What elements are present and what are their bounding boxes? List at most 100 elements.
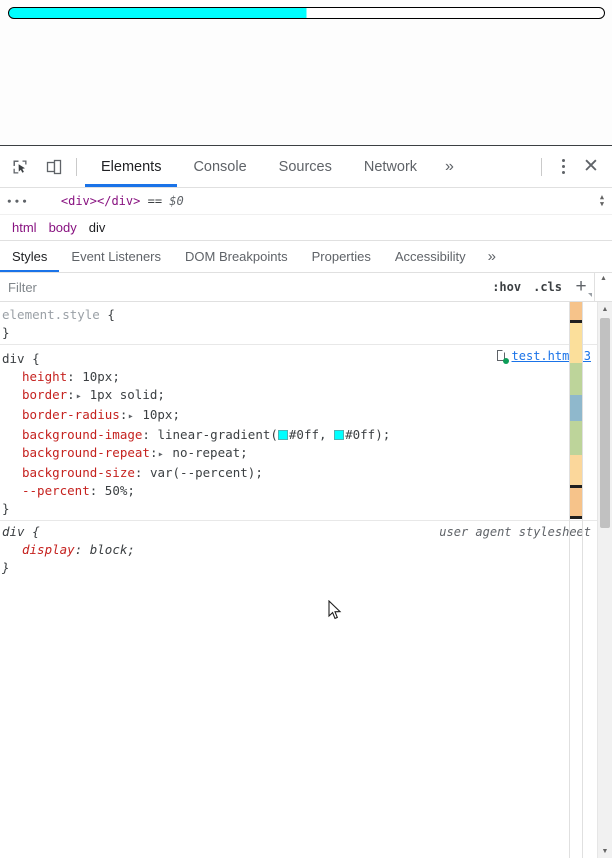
style-rule-div-user-agent: div { user agent stylesheet display: blo… xyxy=(0,521,597,579)
selector-text: div xyxy=(2,350,25,366)
css-property-name: background-repeat xyxy=(22,444,150,460)
style-rule-close-line: } xyxy=(0,324,597,342)
color-swatch[interactable] xyxy=(334,429,345,440)
device-toolbar-icon[interactable] xyxy=(40,153,68,181)
css-declaration-height[interactable]: height: 10px; xyxy=(0,368,597,386)
css-property-name: border-radius xyxy=(22,406,120,422)
minimap-band xyxy=(570,421,582,455)
tab-properties-label: Properties xyxy=(311,249,371,264)
styles-scrollbar[interactable]: ▲ ▼ xyxy=(597,302,612,858)
minimap-band xyxy=(570,395,582,421)
tab-elements[interactable]: Elements xyxy=(85,146,178,187)
tab-elements-label: Elements xyxy=(101,158,162,175)
style-rule-selector-line[interactable]: element.style { xyxy=(0,306,597,324)
breadcrumb-item-div[interactable]: div xyxy=(83,220,112,235)
color-value-1: #0ff xyxy=(288,426,320,442)
css-declaration-background-image[interactable]: background-image: linear-gradient(#0ff, … xyxy=(0,426,597,444)
dom-selected-ref: $0 xyxy=(169,194,184,208)
minimap-band xyxy=(570,302,582,320)
selector-text: div xyxy=(2,523,25,539)
progress-bar xyxy=(8,7,605,19)
css-declaration-display[interactable]: display: block; xyxy=(0,541,597,559)
css-property-value: 1px solid xyxy=(89,386,158,402)
inspect-element-icon[interactable] xyxy=(6,153,34,181)
css-declaration-percent-variable[interactable]: --percent: 50%; xyxy=(0,482,597,500)
scroll-up-icon: ▲ xyxy=(600,275,607,282)
dom-tree-selected-node[interactable]: <div></div> == $0 xyxy=(35,194,184,208)
css-declaration-background-repeat[interactable]: background-repeat:▸ no-repeat; xyxy=(0,444,597,464)
minimap-band xyxy=(570,323,582,363)
css-property-name: display xyxy=(22,541,75,557)
filter-input[interactable] xyxy=(0,272,487,302)
minimap-band xyxy=(570,516,582,519)
css-property-value: linear-gradient( xyxy=(157,426,278,442)
minimap-band xyxy=(570,455,582,485)
css-property-name: --percent xyxy=(22,482,90,498)
tab-styles[interactable]: Styles xyxy=(0,241,60,272)
tab-network[interactable]: Network xyxy=(348,146,433,187)
new-style-rule-button[interactable]: + xyxy=(568,274,594,300)
toolbar-divider xyxy=(76,157,77,176)
styles-sidebar-tabs: Styles Event Listeners DOM Breakpoints P… xyxy=(0,241,612,273)
style-rule-selector-line[interactable]: div { user agent stylesheet xyxy=(0,523,597,541)
css-property-value: 50% xyxy=(104,482,128,498)
css-property-value: 10px xyxy=(142,406,173,422)
tab-console-label: Console xyxy=(193,158,247,175)
tab-accessibility[interactable]: Accessibility xyxy=(383,241,478,272)
expand-shorthand-icon[interactable]: ▸ xyxy=(128,407,134,427)
style-rule-close-line: } xyxy=(0,559,597,577)
tab-network-label: Network xyxy=(363,158,418,175)
close-icon[interactable]: ✕ xyxy=(576,154,606,180)
expand-shorthand-icon[interactable]: ▸ xyxy=(158,445,164,465)
styles-minimap xyxy=(569,302,583,858)
color-swatch[interactable] xyxy=(277,429,288,440)
dom-close-tag: </div> xyxy=(97,194,141,208)
css-property-name: background-size xyxy=(22,464,135,480)
devtools-panel: Elements Console Sources Network » ✕ ∙∙∙… xyxy=(0,145,612,858)
toggle-element-classes-button[interactable]: .cls xyxy=(527,280,568,294)
close-brace: } xyxy=(2,500,10,516)
tab-properties[interactable]: Properties xyxy=(300,241,383,272)
css-declaration-border[interactable]: border:▸ 1px solid; xyxy=(0,386,597,406)
tab-console[interactable]: Console xyxy=(177,146,262,187)
css-declaration-background-size[interactable]: background-size: var(--percent); xyxy=(0,464,597,482)
scrollbar-down-arrow[interactable]: ▼ xyxy=(598,844,612,858)
dom-tree-ellipsis[interactable]: ∙∙∙ xyxy=(0,195,35,208)
scrollbar-up-arrow[interactable]: ▲ xyxy=(598,302,612,316)
style-rules-list: element.style { } div {test.html:3 heig… xyxy=(0,302,597,858)
stylesheet-file-icon xyxy=(496,349,509,364)
close-brace: } xyxy=(2,325,10,340)
tab-event-listeners[interactable]: Event Listeners xyxy=(59,241,173,272)
kebab-menu-icon[interactable] xyxy=(550,154,576,180)
toolbar-right-group: ✕ xyxy=(533,154,612,180)
sub-tabs-overflow-button[interactable]: » xyxy=(478,241,506,272)
expand-shorthand-icon[interactable]: ▸ xyxy=(75,387,81,407)
dom-tree-row: ∙∙∙ <div></div> == $0 ▲ ▼ xyxy=(0,188,612,215)
tab-event-listeners-label: Event Listeners xyxy=(71,249,162,264)
css-property-value: var(--percent) xyxy=(149,464,256,480)
filter-bar-scroll-up[interactable]: ▲ xyxy=(594,273,612,301)
style-rule-selector-line[interactable]: div { test.html:3 xyxy=(0,347,597,368)
rendered-page-area xyxy=(0,0,612,145)
scrollbar-thumb[interactable] xyxy=(600,318,610,528)
chevron-double-right-icon: » xyxy=(445,157,454,175)
plus-icon: + xyxy=(575,276,587,297)
breadcrumb-item-html[interactable]: html xyxy=(6,220,43,235)
tab-dom-breakpoints[interactable]: DOM Breakpoints xyxy=(173,241,300,272)
style-rule-close-line: } xyxy=(0,500,597,518)
dom-tree-scroll-arrows[interactable]: ▲ ▼ xyxy=(594,188,610,214)
tabs-overflow-button[interactable]: » xyxy=(433,146,466,187)
css-declaration-border-radius[interactable]: border-radius:▸ 10px; xyxy=(0,406,597,426)
toggle-hover-state-button[interactable]: :hov xyxy=(486,280,527,294)
close-icon-glyph: ✕ xyxy=(583,156,599,177)
open-brace: { xyxy=(107,307,115,322)
devtools-tabs: Elements Console Sources Network » xyxy=(85,146,466,187)
css-property-value: no-repeat xyxy=(172,444,241,460)
tab-sources-label: Sources xyxy=(278,158,332,175)
dom-open-tag: <div> xyxy=(60,194,97,208)
breadcrumb: html body div xyxy=(0,215,612,241)
color-value-2: #0ff xyxy=(345,426,376,442)
breadcrumb-item-body[interactable]: body xyxy=(43,220,83,235)
tab-sources[interactable]: Sources xyxy=(263,146,348,187)
scroll-down-icon: ▼ xyxy=(599,200,605,208)
